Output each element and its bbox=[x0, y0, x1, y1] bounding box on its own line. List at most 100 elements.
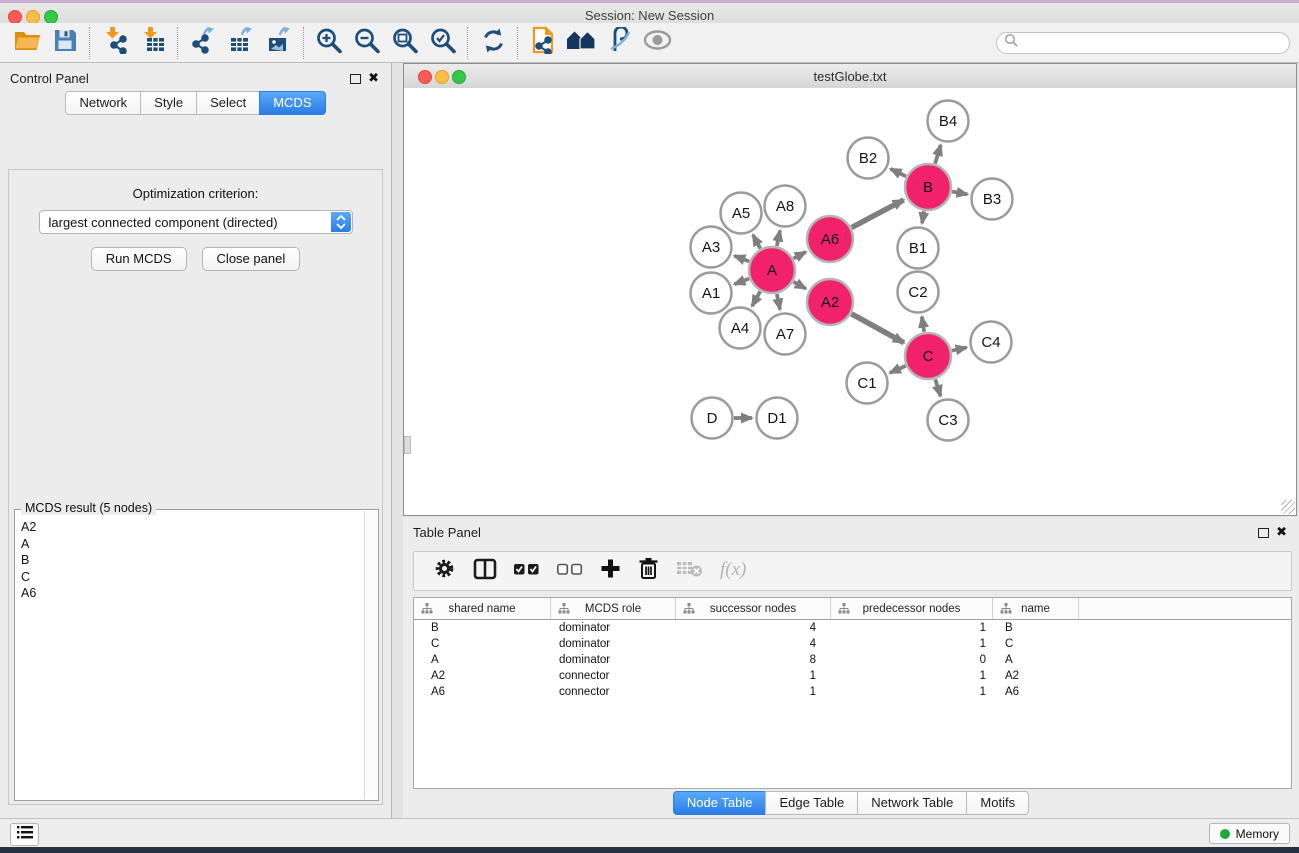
zoom-out-button[interactable] bbox=[348, 27, 386, 59]
cell-predecessor-nodes[interactable]: 1 bbox=[831, 670, 993, 682]
graph-edge-A-A6[interactable] bbox=[794, 252, 806, 258]
column-header-name[interactable]: name bbox=[993, 598, 1079, 619]
home-button[interactable] bbox=[562, 27, 600, 59]
result-item[interactable]: C bbox=[21, 569, 364, 586]
close-panel-icon[interactable]: ✖ bbox=[368, 70, 379, 86]
cell-mcds-role[interactable]: connector bbox=[551, 686, 676, 698]
cell-shared-name[interactable]: C bbox=[414, 638, 551, 650]
graph-edge-A6-B[interactable] bbox=[852, 200, 904, 228]
add-column-button[interactable] bbox=[600, 558, 621, 584]
cell-name[interactable]: A bbox=[993, 654, 1079, 666]
tab-mcds[interactable]: MCDS bbox=[259, 91, 325, 115]
cell-mcds-role[interactable]: dominator bbox=[551, 622, 676, 634]
cell-predecessor-nodes[interactable]: 1 bbox=[831, 638, 993, 650]
cell-successor-nodes[interactable]: 4 bbox=[676, 638, 831, 650]
cell-name[interactable]: C bbox=[993, 638, 1079, 650]
memory-button[interactable]: Memory bbox=[1209, 823, 1290, 844]
table-row[interactable]: Cdominator41C bbox=[414, 636, 1291, 652]
open-folder-button[interactable] bbox=[8, 27, 46, 59]
tab-network-table[interactable]: Network Table bbox=[857, 791, 967, 815]
column-header-predecessor-nodes[interactable]: predecessor nodes bbox=[831, 598, 993, 619]
float-panel-icon[interactable] bbox=[350, 74, 361, 84]
tab-node-table[interactable]: Node Table bbox=[673, 791, 767, 815]
cell-predecessor-nodes[interactable]: 0 bbox=[831, 654, 993, 666]
close-table-panel-icon[interactable]: ✖ bbox=[1276, 524, 1287, 540]
search-input[interactable] bbox=[1019, 34, 1289, 52]
graph-edge-C-C3[interactable] bbox=[935, 379, 940, 396]
tab-network[interactable]: Network bbox=[65, 91, 141, 115]
cell-successor-nodes[interactable]: 1 bbox=[676, 686, 831, 698]
cell-successor-nodes[interactable]: 4 bbox=[676, 622, 831, 634]
result-item[interactable]: A2 bbox=[21, 519, 364, 536]
search-box[interactable] bbox=[996, 32, 1290, 54]
result-item[interactable]: B bbox=[21, 552, 364, 569]
cell-shared-name[interactable]: A2 bbox=[414, 670, 551, 682]
zoom-selected-button[interactable] bbox=[424, 27, 462, 59]
graph-edge-B-B1[interactable] bbox=[922, 211, 924, 223]
tab-motifs[interactable]: Motifs bbox=[966, 791, 1029, 815]
tab-edge-table[interactable]: Edge Table bbox=[765, 791, 858, 815]
cell-name[interactable]: A6 bbox=[993, 686, 1079, 698]
tab-style[interactable]: Style bbox=[140, 91, 197, 115]
zoom-in-button[interactable] bbox=[310, 27, 348, 59]
table-settings-button[interactable] bbox=[433, 557, 456, 585]
graph-edge-C-C1[interactable] bbox=[890, 366, 906, 373]
graph-edge-C-C4[interactable] bbox=[952, 347, 967, 350]
network-canvas[interactable]: B4B2BB3A8A5A6A3B1AA1C2A2A4A7C4CC1DD1C3 bbox=[404, 88, 1296, 515]
column-header-mcds-role[interactable]: MCDS role bbox=[551, 598, 676, 619]
result-scrollbar[interactable] bbox=[364, 511, 378, 799]
tab-select[interactable]: Select bbox=[196, 91, 260, 115]
result-item[interactable]: A bbox=[21, 536, 364, 553]
save-button[interactable] bbox=[46, 27, 84, 59]
graph-edge-A-A1[interactable] bbox=[734, 279, 749, 285]
task-history-button[interactable] bbox=[10, 823, 39, 846]
graph-edge-A-A4[interactable] bbox=[752, 291, 760, 306]
export-network-button[interactable] bbox=[184, 27, 222, 59]
zoom-fit-button[interactable] bbox=[386, 27, 424, 59]
table-row[interactable]: A2connector11A2 bbox=[414, 668, 1291, 684]
cell-successor-nodes[interactable]: 8 bbox=[676, 654, 831, 666]
result-item[interactable]: A6 bbox=[21, 585, 364, 602]
table-row[interactable]: A6connector11A6 bbox=[414, 684, 1291, 700]
float-table-panel-icon[interactable] bbox=[1258, 528, 1269, 538]
export-table-button[interactable] bbox=[222, 27, 260, 59]
cell-shared-name[interactable]: A6 bbox=[414, 686, 551, 698]
window-resize-grip[interactable] bbox=[1281, 500, 1295, 514]
mcds-result-list[interactable]: A2ABCA6 bbox=[15, 511, 364, 800]
close-panel-button[interactable]: Close panel bbox=[202, 247, 301, 271]
graph-edge-A2-C[interactable] bbox=[851, 314, 903, 343]
graph-edge-A-A7[interactable] bbox=[777, 294, 780, 309]
column-header-successor-nodes[interactable]: successor nodes bbox=[676, 598, 831, 619]
cell-predecessor-nodes[interactable]: 1 bbox=[831, 622, 993, 634]
graph-edge-B-B3[interactable] bbox=[952, 192, 967, 195]
select-all-button[interactable] bbox=[514, 562, 540, 580]
cell-predecessor-nodes[interactable]: 1 bbox=[831, 686, 993, 698]
eye-button[interactable] bbox=[638, 27, 676, 59]
cell-mcds-role[interactable]: dominator bbox=[551, 654, 676, 666]
cell-name[interactable]: A2 bbox=[993, 670, 1079, 682]
cell-name[interactable]: B bbox=[993, 622, 1079, 634]
column-header-shared-name[interactable]: shared name bbox=[414, 598, 551, 619]
delete-columns-button[interactable] bbox=[638, 557, 659, 585]
cell-shared-name[interactable]: A bbox=[414, 654, 551, 666]
cell-successor-nodes[interactable]: 1 bbox=[676, 670, 831, 682]
graph-edge-A-A2[interactable] bbox=[793, 282, 805, 289]
cell-mcds-role[interactable]: connector bbox=[551, 670, 676, 682]
graph-edge-B-B2[interactable] bbox=[891, 169, 906, 176]
split-columns-button[interactable] bbox=[473, 558, 497, 585]
criterion-dropdown[interactable]: largest connected component (directed) bbox=[39, 210, 353, 234]
graph-edge-A-A3[interactable] bbox=[734, 256, 749, 262]
cell-mcds-role[interactable]: dominator bbox=[551, 638, 676, 650]
run-mcds-button[interactable]: Run MCDS bbox=[91, 247, 187, 271]
deselect-all-button[interactable] bbox=[557, 562, 583, 580]
graph-edge-B-B4[interactable] bbox=[935, 145, 941, 164]
graph-edge-A-A5[interactable] bbox=[753, 235, 760, 249]
new-network-from-file-button[interactable] bbox=[524, 27, 562, 59]
export-image-button[interactable] bbox=[260, 27, 298, 59]
graphics-details-button[interactable] bbox=[600, 27, 638, 59]
refresh-button[interactable] bbox=[474, 27, 512, 59]
import-network-button[interactable] bbox=[96, 27, 134, 59]
table-row[interactable]: Adominator80A bbox=[414, 652, 1291, 668]
graph-edge-A-A8[interactable] bbox=[777, 230, 780, 245]
window-edge-grip[interactable] bbox=[404, 436, 411, 454]
